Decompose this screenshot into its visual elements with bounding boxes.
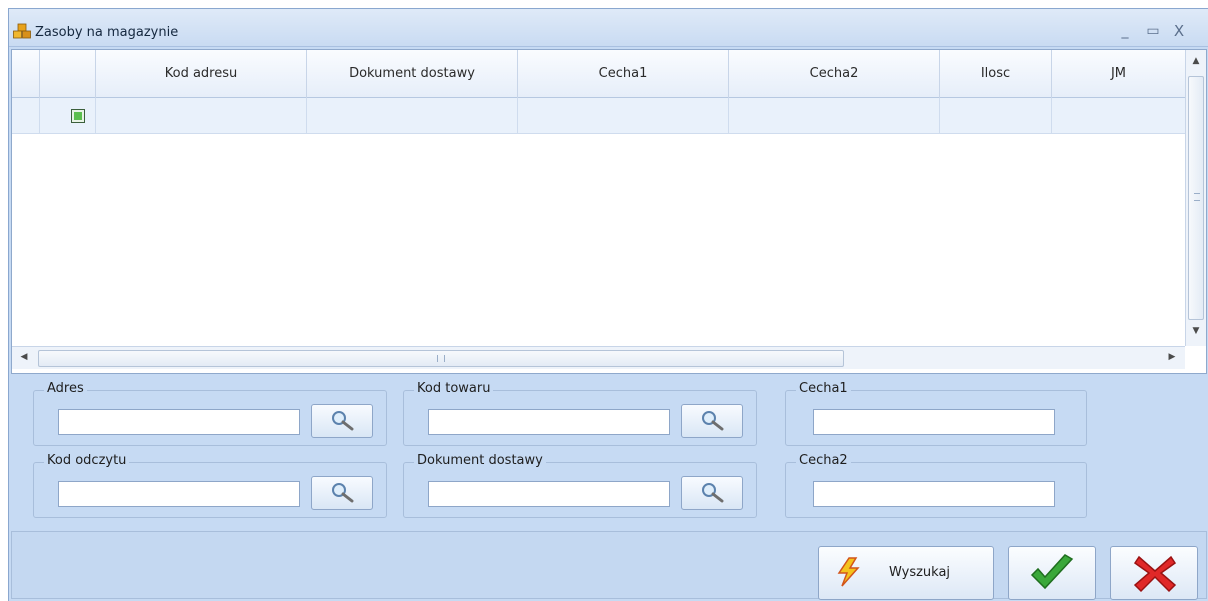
scroll-down-arrow-icon[interactable]: ▼ (1186, 326, 1206, 336)
cancel-button[interactable] (1110, 546, 1198, 600)
dokument-dostawy-search-button[interactable] (681, 476, 743, 510)
cell-dokument-dostawy[interactable] (307, 98, 518, 134)
resources-grid[interactable]: Kod adresu Dokument dostawy Cecha1 Cecha… (11, 49, 1207, 374)
horizontal-scroll-thumb[interactable] (38, 350, 844, 367)
table-row[interactable] (12, 98, 1185, 134)
scroll-up-arrow-icon[interactable]: ▲ (1186, 56, 1206, 66)
label-kod-odczytu: Kod odczytu (44, 453, 130, 468)
horizontal-scrollbar[interactable]: ◀ ▶ (12, 346, 1185, 369)
column-header-cecha2[interactable]: Cecha2 (729, 50, 940, 98)
magnifier-icon (702, 411, 724, 431)
scroll-right-arrow-icon[interactable]: ▶ (1162, 352, 1182, 362)
scroll-left-arrow-icon[interactable]: ◀ (14, 352, 34, 362)
grid-header: Kod adresu Dokument dostawy Cecha1 Cecha… (12, 50, 1185, 98)
scroll-grip-icon (437, 355, 445, 362)
main-window: Zasoby na magazynie _ ▭ X Kod adresu Dok… (8, 8, 1208, 601)
close-button[interactable]: X (1171, 23, 1187, 39)
column-header-dokument-dostawy[interactable]: Dokument dostawy (307, 50, 518, 98)
kod-towaru-search-button[interactable] (681, 404, 743, 438)
warehouse-boxes-icon (13, 23, 31, 39)
cell-ilosc[interactable] (940, 98, 1052, 134)
column-header-indicator[interactable] (12, 50, 40, 98)
column-header-ilosc[interactable]: Ilosc (940, 50, 1052, 98)
label-dokument-dostawy: Dokument dostawy (414, 453, 546, 468)
group-cecha2: Cecha2 (785, 453, 1087, 518)
column-header-cecha1[interactable]: Cecha1 (518, 50, 729, 98)
label-adres: Adres (44, 381, 87, 396)
kod-odczytu-input[interactable] (58, 481, 300, 507)
magnifier-icon (332, 411, 354, 431)
dokument-dostawy-input[interactable] (428, 481, 670, 507)
cecha1-input[interactable] (813, 409, 1055, 435)
adres-input[interactable] (58, 409, 300, 435)
title-bar: Zasoby na magazynie _ ▭ X (9, 9, 1208, 47)
vertical-scrollbar[interactable]: ▲ ▼ (1185, 50, 1206, 346)
red-x-icon (1133, 555, 1177, 593)
search-button-label: Wyszukaj (889, 565, 951, 580)
cell-kod-adresu[interactable] (96, 98, 307, 134)
column-header-select[interactable] (40, 50, 96, 98)
scroll-grip-icon (1194, 193, 1200, 201)
group-kod-towaru: Kod towaru (403, 381, 757, 446)
window-title: Zasoby na magazynie (35, 25, 179, 40)
maximize-button[interactable]: ▭ (1145, 23, 1161, 39)
kod-towaru-input[interactable] (428, 409, 670, 435)
group-adres: Adres (33, 381, 387, 446)
cell-cecha1[interactable] (518, 98, 729, 134)
cell-jm[interactable] (1052, 98, 1185, 134)
adres-search-button[interactable] (311, 404, 373, 438)
group-kod-odczytu: Kod odczytu (33, 453, 387, 518)
vertical-scroll-thumb[interactable] (1188, 76, 1204, 320)
row-checkbox[interactable] (71, 109, 85, 123)
group-dokument-dostawy: Dokument dostawy (403, 453, 757, 518)
label-kod-towaru: Kod towaru (414, 381, 494, 396)
cecha2-input[interactable] (813, 481, 1055, 507)
row-indicator-cell[interactable] (12, 98, 40, 134)
group-cecha1: Cecha1 (785, 381, 1087, 446)
magnifier-icon (332, 483, 354, 503)
kod-odczytu-search-button[interactable] (311, 476, 373, 510)
checkmark-icon (1030, 554, 1074, 590)
column-header-jm[interactable]: JM (1052, 50, 1185, 98)
search-button[interactable]: Wyszukaj (818, 546, 994, 600)
minimize-button[interactable]: _ (1117, 23, 1133, 39)
action-bar: Wyszukaj (11, 531, 1207, 600)
ok-button[interactable] (1008, 546, 1096, 600)
lightning-icon (837, 557, 860, 587)
magnifier-icon (702, 483, 724, 503)
label-cecha1: Cecha1 (796, 381, 851, 396)
cell-cecha2[interactable] (729, 98, 940, 134)
label-cecha2: Cecha2 (796, 453, 851, 468)
column-header-kod-adresu[interactable]: Kod adresu (96, 50, 307, 98)
row-select-cell[interactable] (40, 98, 96, 134)
